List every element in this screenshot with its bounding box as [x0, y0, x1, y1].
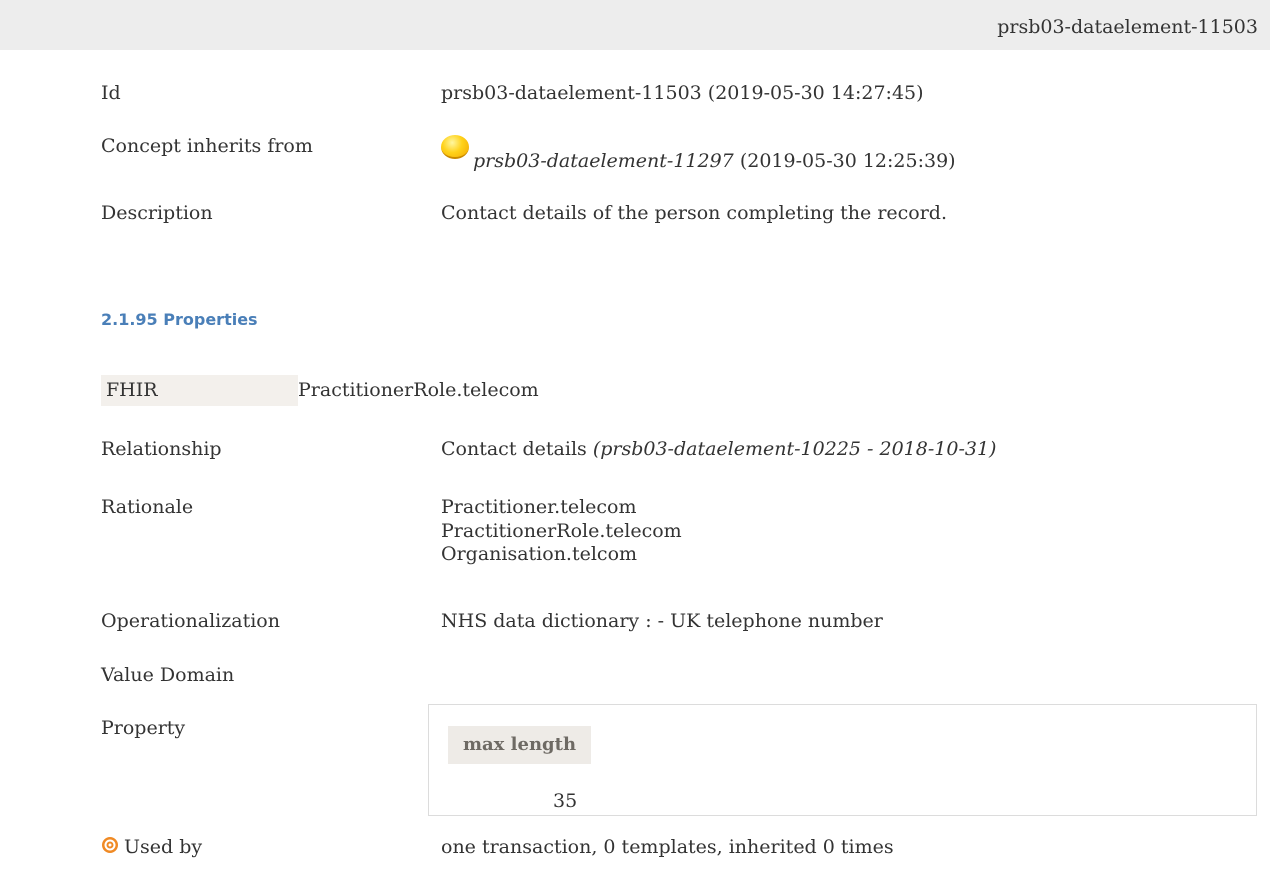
operationalization-value: NHS data dictionary : - UK telephone num… — [441, 610, 883, 632]
section-heading: 2.1.95 Properties — [101, 310, 258, 329]
fhir-row: FHIR PractitionerRole.telecom — [101, 375, 801, 406]
operationalization-label: Operationalization — [101, 610, 280, 632]
property-header-max-length: max length — [448, 726, 591, 764]
id-value: prsb03-dataelement-11503 (2019-05-30 14:… — [441, 82, 924, 104]
relationship-value: Contact details (prsb03-dataelement-1022… — [441, 438, 996, 460]
relationship-label: Relationship — [101, 438, 222, 460]
fhir-label: FHIR — [101, 375, 298, 406]
inherits-value: prsb03-dataelement-11297 (2019-05-30 12:… — [441, 135, 956, 172]
property-table: max length 35 — [428, 704, 1257, 816]
used-by-value: one transaction, 0 templates, inherited … — [441, 836, 894, 858]
property-label: Property — [101, 717, 186, 739]
rationale-line: Organisation.telcom — [441, 543, 638, 565]
rationale-line: Practitioner.telecom — [441, 496, 637, 518]
inherits-date: (2019-05-30 12:25:39) — [739, 150, 956, 172]
id-label: Id — [101, 82, 121, 104]
inherits-label: Concept inherits from — [101, 135, 313, 157]
rationale-value: Practitioner.telecom PractitionerRole.te… — [441, 496, 682, 567]
rationale-line: PractitionerRole.telecom — [441, 519, 682, 542]
rationale-label: Rationale — [101, 496, 194, 518]
description-label: Description — [101, 202, 213, 224]
value-domain-label: Value Domain — [101, 664, 235, 686]
yellow-dot-icon — [441, 135, 469, 159]
description-value: Contact details of the person completing… — [441, 202, 948, 224]
used-by-label: Used by — [124, 836, 203, 858]
top-bar: prsb03-dataelement-11503 — [0, 0, 1270, 50]
page-title: prsb03-dataelement-11503 — [997, 16, 1258, 38]
target-icon — [102, 837, 118, 853]
relationship-ref[interactable]: (prsb03-dataelement-10225 - 2018-10-31) — [593, 438, 997, 460]
property-value-max-length: 35 — [553, 790, 578, 812]
inherits-link[interactable]: prsb03-dataelement-11297 — [473, 150, 734, 172]
fhir-value: PractitionerRole.telecom — [298, 379, 539, 401]
relationship-text: Contact details — [441, 438, 587, 460]
